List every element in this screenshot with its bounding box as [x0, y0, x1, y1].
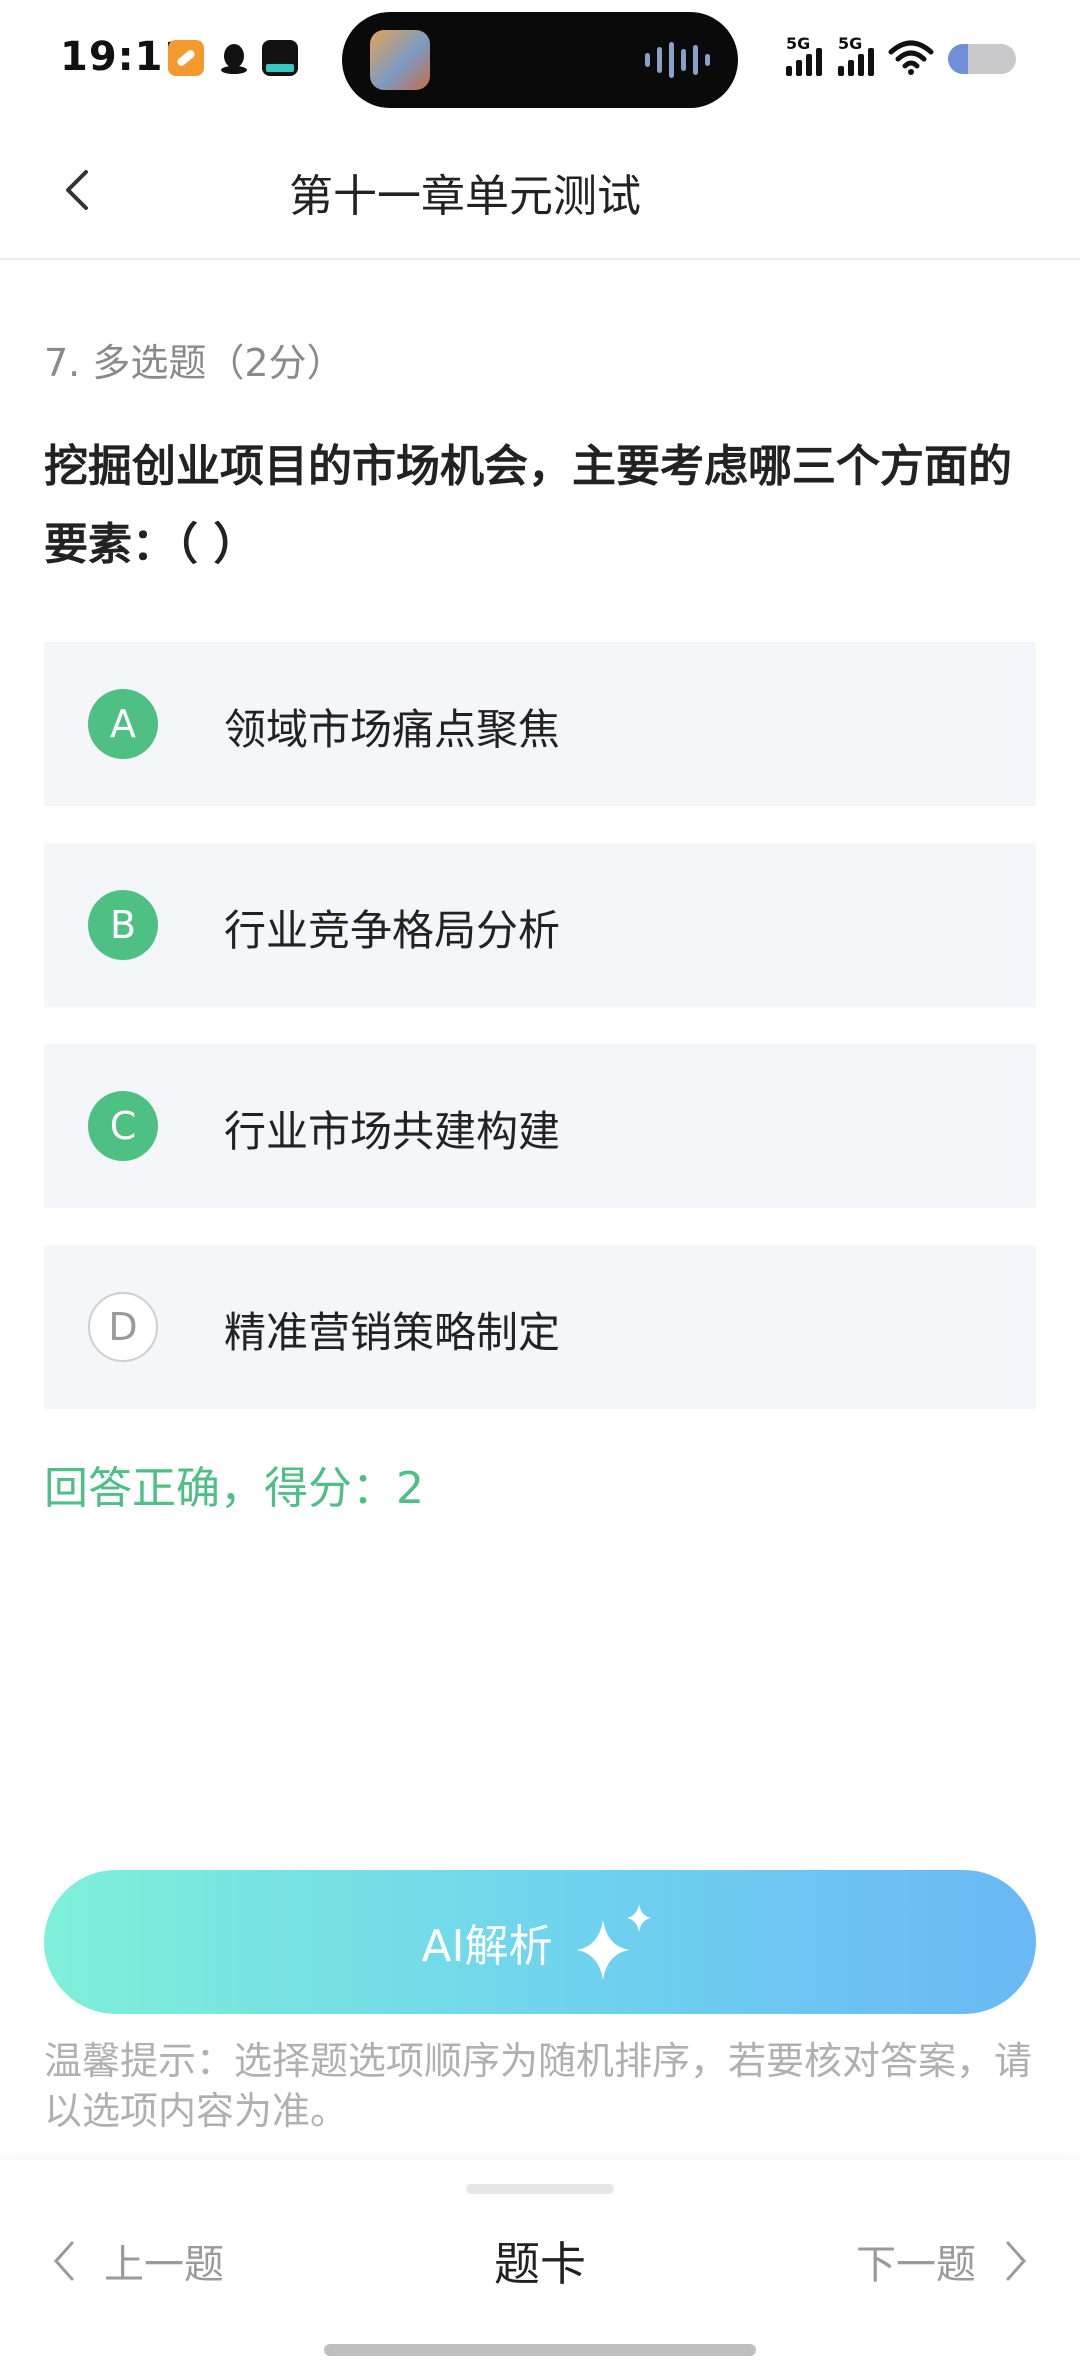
chevron-right-icon [1006, 2241, 1027, 2281]
answer-result: 回答正确，得分：2 [44, 1463, 424, 1514]
qq-icon [216, 40, 252, 76]
wifi-icon [888, 40, 934, 76]
option-text: 行业市场共建构建 [224, 1107, 561, 1156]
question-meta: 7. 多选题（2分） [44, 341, 345, 385]
nav-bar: 第十一章单元测试 [0, 120, 1080, 260]
now-playing-thumbnail [370, 30, 430, 90]
ai-analysis-button[interactable]: AI解析 [44, 1870, 1036, 2014]
sparkle-icon [576, 1904, 651, 1980]
notification-app-icon [168, 40, 204, 76]
option-letter-badge: D [88, 1292, 158, 1362]
page-title: 第十一章单元测试 [289, 171, 641, 222]
option-b[interactable]: B 行业竞争格局分析 [44, 843, 1036, 1007]
option-text: 行业竞争格局分析 [224, 906, 561, 955]
dynamic-island[interactable] [342, 12, 738, 108]
audio-wave-icon [645, 42, 710, 78]
news-app-icon [262, 40, 298, 76]
option-text: 领域市场痛点聚焦 [224, 705, 561, 754]
tip-text: 温馨提示：选择题选项顺序为随机排序，若要核对答案，请以选项内容为准。 [44, 2039, 1033, 2133]
battery-icon [948, 44, 1016, 74]
signal-1-icon: 5G [786, 34, 822, 76]
option-d[interactable]: D 精准营销策略制定 [44, 1245, 1036, 1409]
battery-level [948, 44, 969, 74]
signal-2-icon: 5G [838, 34, 874, 76]
question-text: 挖掘创业项目的市场机会，主要考虑哪三个方面的要素：（ ） [44, 441, 1012, 570]
drag-handle[interactable] [466, 2184, 614, 2194]
next-question-button[interactable]: 下一题 [856, 2232, 1030, 2290]
option-a[interactable]: A 领域市场痛点聚焦 [44, 642, 1036, 806]
option-letter-badge: B [88, 890, 158, 960]
status-bar: 19:11 5G 5G [0, 0, 1080, 120]
next-question-label: 下一题 [856, 2242, 976, 2288]
option-c[interactable]: C 行业市场共建构建 [44, 1044, 1036, 1208]
option-letter-badge: A [88, 689, 158, 759]
option-text: 精准营销策略制定 [224, 1308, 561, 1357]
ai-analysis-label: AI解析 [421, 1921, 553, 1972]
bottom-bar: 上一题 题卡 下一题 [0, 2160, 1080, 2376]
option-letter-badge: C [88, 1091, 158, 1161]
home-indicator[interactable] [324, 2344, 756, 2356]
